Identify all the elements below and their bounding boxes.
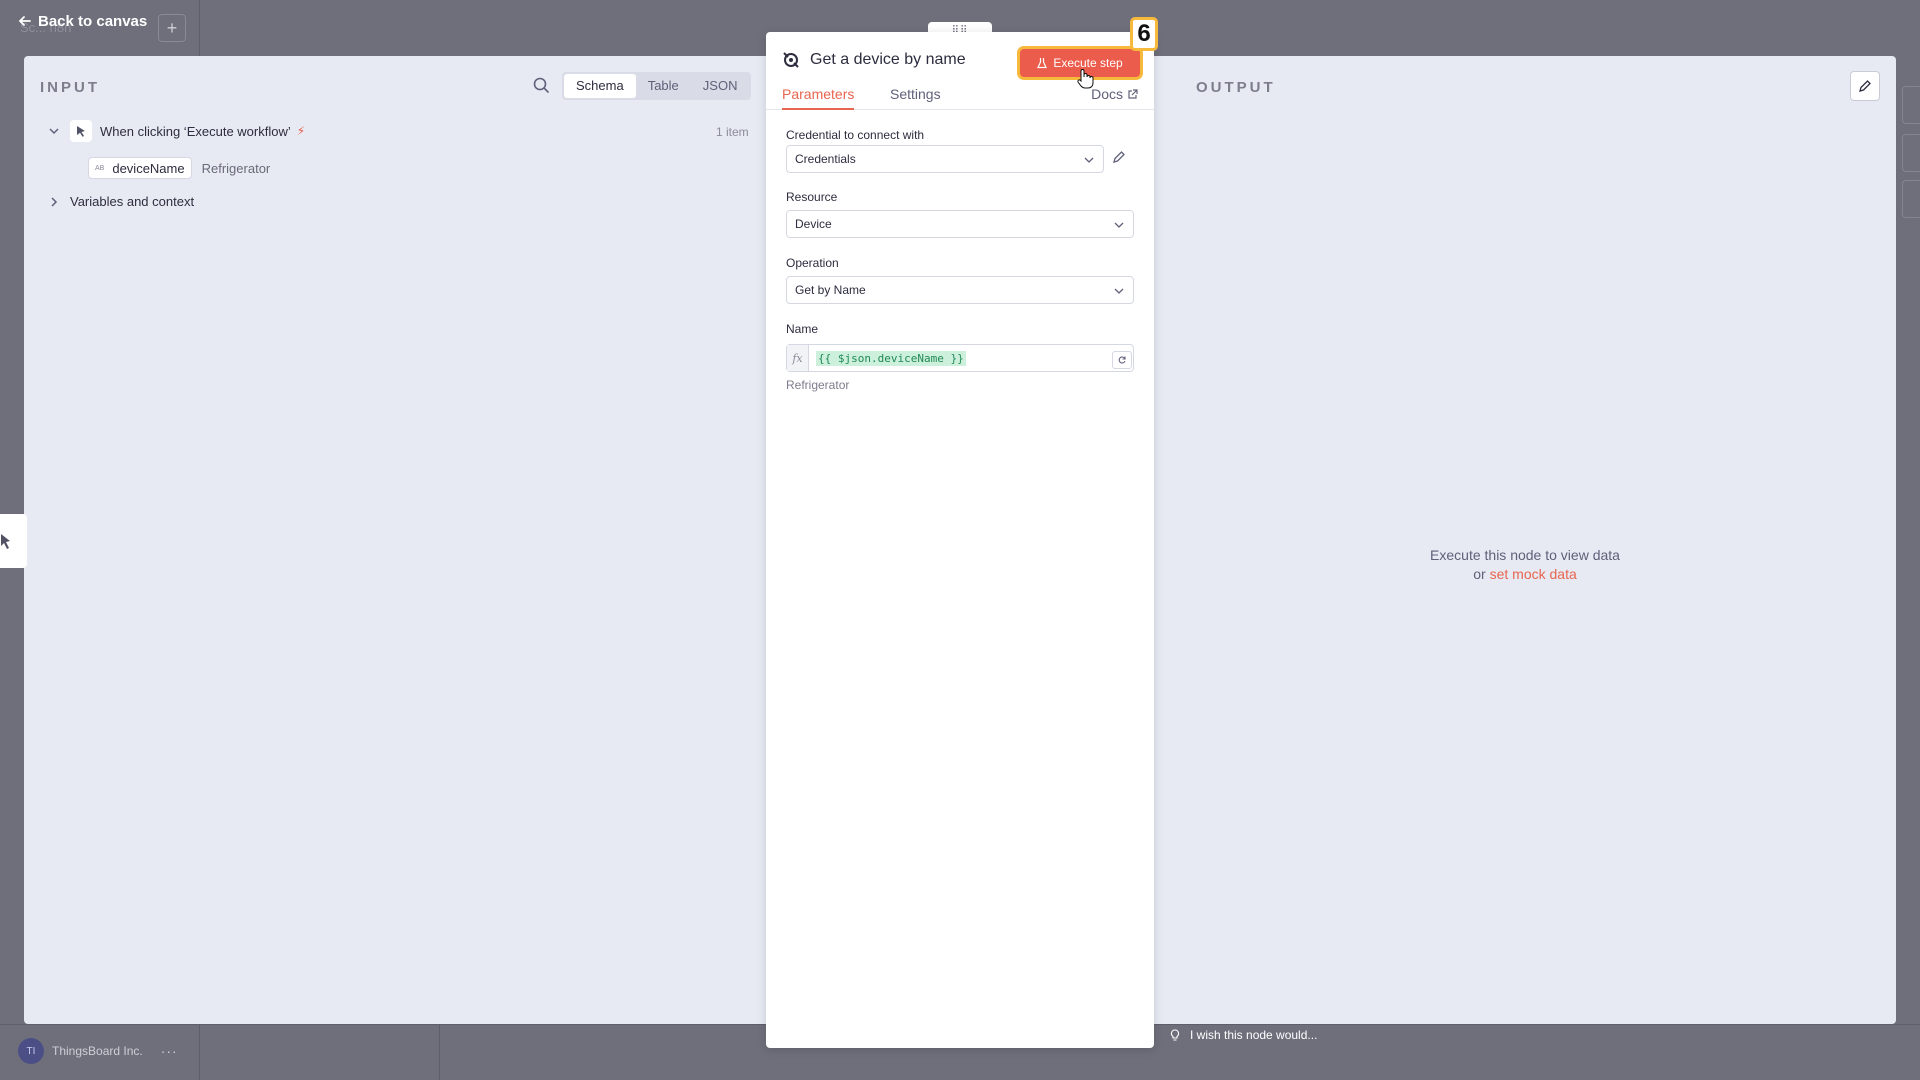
operation-value: Get by Name	[795, 283, 866, 297]
docs-link[interactable]: Docs	[1091, 86, 1138, 102]
credential-value: Credentials	[795, 152, 856, 166]
resource-label: Resource	[786, 190, 838, 204]
node-icon	[783, 52, 799, 68]
back-to-canvas-button[interactable]: Back to canvas	[18, 10, 147, 32]
name-expression[interactable]: {{ $json.deviceName }}	[816, 350, 966, 366]
lightbulb-icon	[1170, 1028, 1180, 1041]
arrow-left-icon	[18, 16, 31, 26]
pencil-icon[interactable]	[1112, 150, 1126, 164]
tab-settings[interactable]: Settings	[890, 86, 941, 108]
avatar: TI	[18, 1038, 44, 1064]
credential-select[interactable]: Credentials	[786, 145, 1104, 173]
search-icon[interactable]	[532, 76, 550, 94]
fx-icon: fx	[787, 345, 809, 371]
chevron-down-icon	[1114, 222, 1124, 228]
output-pane: OUTPUT Execute this node to view data or…	[1154, 56, 1896, 1024]
node-tabs: Parameters Settings Docs	[766, 84, 1154, 110]
add-tab-button[interactable]: +	[158, 14, 186, 42]
bolt-icon: ⚡	[296, 124, 306, 138]
node-title[interactable]: Get a device by name	[810, 51, 966, 69]
input-view-toggle: Schema Table JSON	[562, 72, 752, 100]
workspace-name: ThingsBoard Inc.	[52, 1044, 143, 1058]
name-expression-input[interactable]: fx {{ $json.deviceName }}	[786, 344, 1134, 372]
docs-label: Docs	[1091, 86, 1123, 102]
name-preview: Refrigerator	[786, 378, 850, 392]
previous-node-tab[interactable]	[0, 514, 27, 568]
field-chip[interactable]: AB deviceName	[88, 157, 192, 179]
canvas-side-control	[1902, 180, 1920, 218]
chevron-down-icon[interactable]	[48, 125, 60, 137]
schema-field-row: AB deviceName Refrigerator	[88, 157, 270, 179]
operation-label: Operation	[786, 256, 839, 270]
more-options-icon[interactable]: ···	[161, 1043, 178, 1059]
trigger-node-label: When clicking ‘Execute workflow’	[100, 123, 291, 139]
flask-icon	[1037, 58, 1048, 69]
set-mock-data-link[interactable]: set mock data	[1490, 566, 1577, 582]
field-value: Refrigerator	[201, 160, 271, 176]
variables-label: Variables and context	[70, 194, 195, 209]
pointer-icon	[1, 534, 10, 549]
canvas-divider	[439, 1024, 440, 1080]
expand-expression-button[interactable]	[1112, 351, 1132, 369]
canvas-side-control	[1902, 134, 1920, 172]
output-empty-message: Execute this node to view data or set mo…	[1154, 546, 1896, 584]
feedback-label: I wish this node would...	[1190, 1028, 1318, 1042]
chevron-down-icon	[1084, 157, 1094, 163]
canvas-side-control	[1902, 86, 1920, 124]
chevron-right-icon[interactable]	[48, 196, 60, 208]
empty-line: Execute this node to view data	[1430, 547, 1620, 563]
item-count: 1 item	[716, 125, 749, 139]
node-header: Get a device by name	[782, 51, 966, 69]
workspace-switcher[interactable]: TI ThingsBoard Inc. ···	[18, 1038, 178, 1064]
output-title: OUTPUT	[1196, 79, 1276, 96]
back-to-canvas-label: Back to canvas	[38, 12, 148, 30]
input-pane: INPUT Schema Table JSON When clicking ‘E…	[24, 56, 766, 1024]
string-type-icon: AB	[95, 164, 105, 172]
node-settings-panel: Get a device by name Execute step Parame…	[766, 32, 1154, 1048]
feedback-prompt[interactable]: I wish this node would...	[1170, 1028, 1317, 1042]
resource-select[interactable]: Device	[786, 210, 1134, 238]
trigger-node-row[interactable]: When clicking ‘Execute workflow’ ⚡	[48, 120, 305, 142]
pencil-icon	[1859, 80, 1871, 92]
credential-label: Credential to connect with	[786, 128, 925, 142]
chevron-down-icon	[1114, 288, 1124, 294]
edit-output-button[interactable]	[1850, 71, 1880, 101]
refresh-icon	[1118, 356, 1126, 364]
operation-select[interactable]: Get by Name	[786, 276, 1134, 304]
empty-or: or	[1473, 566, 1486, 582]
field-name: deviceName	[112, 160, 185, 176]
resource-value: Device	[795, 217, 832, 231]
name-label: Name	[786, 322, 819, 336]
tab-parameters[interactable]: Parameters	[782, 86, 855, 110]
variables-row[interactable]: Variables and context	[48, 194, 194, 209]
hand-cursor-icon	[1077, 69, 1094, 89]
view-table-button[interactable]: Table	[636, 74, 691, 98]
step-badge: 6	[1130, 17, 1158, 51]
external-link-icon	[1128, 88, 1138, 99]
pointer-icon	[70, 120, 92, 142]
input-title: INPUT	[40, 79, 100, 96]
view-schema-button[interactable]: Schema	[564, 74, 636, 98]
view-json-button[interactable]: JSON	[691, 74, 750, 98]
